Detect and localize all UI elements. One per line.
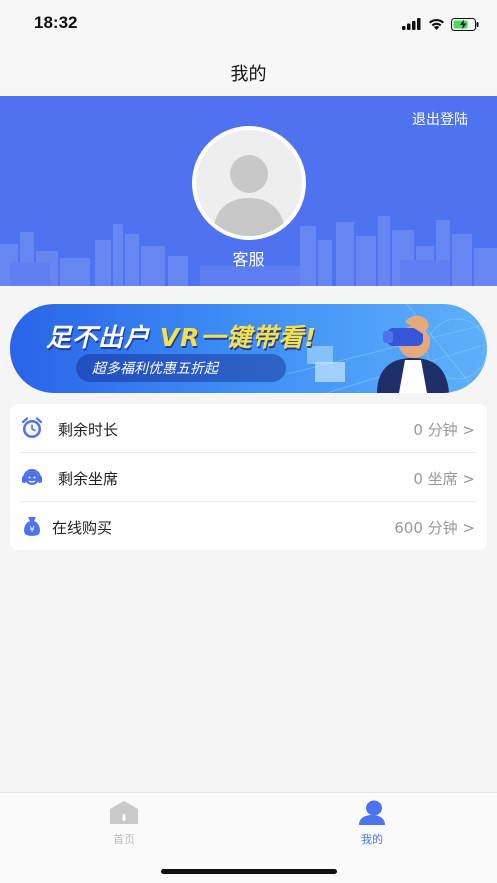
menu-item-value: 0 坐席 > [413,470,475,488]
tab-label: 我的 [361,833,383,846]
status-time: 18:32 [34,13,78,32]
status-bar: 18:32 [0,0,497,46]
money-bag-icon: ¥ [24,517,40,536]
vr-promo-banner[interactable]: 足不出户 VR一键带看! 超多福利优惠五折起 [10,304,487,393]
tab-home[interactable]: 首页 [94,799,154,846]
tab-mine[interactable]: 我的 [342,799,402,846]
default-avatar-icon [213,155,285,236]
banner-title-vr: VR一键带看! [159,323,317,352]
profile-header: 退出登陆 客服 [0,96,497,286]
svg-text:¥: ¥ [29,525,34,534]
logout-button[interactable]: 退出登陆 [412,109,468,129]
menu-item-label: 剩余时长 [58,421,119,439]
banner-subtitle: 超多福利优惠五折起 [92,361,218,377]
menu-item-value: 0 分钟 > [413,421,475,439]
menu-item-label: 剩余坐席 [58,470,119,488]
wifi-icon [429,19,444,30]
menu-item-value: 600 分钟 > [394,519,475,537]
menu-item-remaining-seats[interactable]: 剩余坐席 0 坐席 > [10,453,487,501]
banner-title-part1: 足不出户 [46,323,160,352]
tab-label: 首页 [113,833,135,846]
banner-title: 足不出户 VR一键带看! [46,318,317,354]
menu-item-online-purchase[interactable]: ¥ 在线购买 600 分钟 > [10,502,487,550]
alarm-clock-icon [21,417,43,438]
avatar-placeholder [196,130,302,236]
cellular-signal-icon [402,18,421,30]
headset-agent-icon [22,469,42,485]
status-icons [402,16,479,32]
vr-headset-person-illustration [287,304,487,393]
user-icon [359,800,385,825]
account-menu: 剩余时长 0 分钟 > 剩余坐席 0 坐席 > ¥ 在线购买 600 分钟 > [10,404,487,550]
home-indicator [161,869,337,874]
page-title: 我的 [230,64,267,85]
avatar[interactable] [192,126,306,240]
battery-charging-icon [451,17,479,31]
username: 客服 [232,250,265,269]
home-icon [110,801,138,824]
menu-item-remaining-time[interactable]: 剩余时长 0 分钟 > [10,404,487,452]
nav-bar: 我的 [0,46,497,96]
menu-item-label: 在线购买 [52,519,113,537]
